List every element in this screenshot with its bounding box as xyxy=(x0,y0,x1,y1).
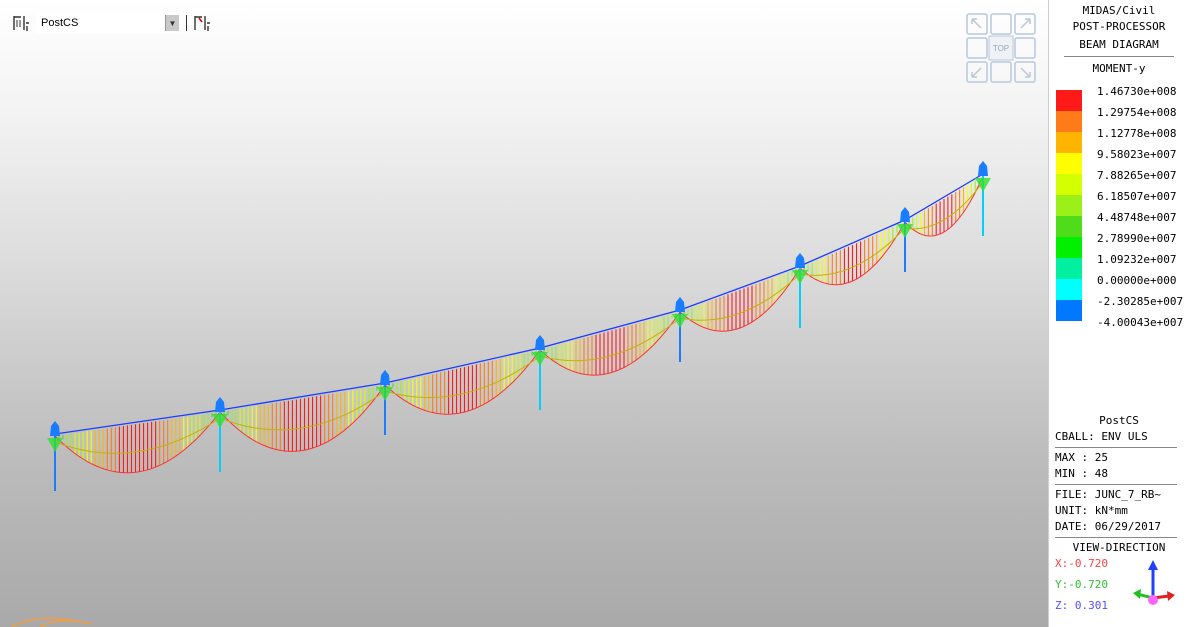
load-case-icon[interactable] xyxy=(12,14,30,32)
support-moment-marker xyxy=(900,207,910,222)
support-moment-marker xyxy=(535,335,545,350)
product-name: MIDAS/Civil xyxy=(1082,4,1156,17)
legend-row xyxy=(1056,90,1082,111)
legend-color-swatch xyxy=(1056,258,1082,279)
support-moment-marker xyxy=(380,370,390,385)
support-moment-marker xyxy=(50,421,60,436)
view-direction-title: VIEW-DIRECTION xyxy=(1072,541,1166,554)
moment-envelope-min xyxy=(54,417,221,454)
min-element: MIN : 48 xyxy=(1055,467,1108,480)
info-divider xyxy=(1055,484,1177,485)
model-viewport[interactable]: PostCS ▼ TOP xyxy=(0,0,1048,627)
support-moment-marker xyxy=(215,397,225,412)
axis-triad-icon xyxy=(1131,558,1181,618)
max-element: MAX : 25 xyxy=(1055,451,1108,464)
toolbar: PostCS ▼ xyxy=(12,12,211,34)
legend-color-swatch xyxy=(1056,111,1082,132)
date-label: DATE: 06/29/2017 xyxy=(1055,520,1161,533)
legend-value: 2.78990e+007 xyxy=(1097,232,1177,245)
legend-value: 7.88265e+007 xyxy=(1097,169,1177,182)
info-divider xyxy=(1055,447,1177,448)
moment-envelope-min xyxy=(384,355,541,398)
view-cube-top-label: TOP xyxy=(993,44,1009,53)
load-case-dropdown[interactable]: PostCS ▼ xyxy=(36,13,180,33)
support-moment-marker xyxy=(978,161,988,176)
legend-value: 1.12778e+008 xyxy=(1097,127,1177,140)
legend-value: 1.29754e+008 xyxy=(1097,106,1177,119)
moment-envelope-max xyxy=(384,349,541,415)
legend-row xyxy=(1056,174,1082,195)
legend-value: 9.58023e+007 xyxy=(1097,148,1177,161)
legend-value: 1.09232e+007 xyxy=(1097,253,1177,266)
legend-color-swatch xyxy=(1056,216,1082,237)
combination-name: CBALL: ENV ULS xyxy=(1055,430,1148,443)
legend-row xyxy=(1056,279,1082,300)
legend-color-swatch xyxy=(1056,132,1082,153)
legend-value: 4.48748e+007 xyxy=(1097,211,1177,224)
result-component: MOMENT-y xyxy=(1092,62,1146,75)
file-name: FILE: JUNC_7_RB~ xyxy=(1055,488,1161,501)
load-case-settings-icon[interactable] xyxy=(193,14,211,32)
color-legend: 1.46730e+008 1.29754e+008 1.12778e+008 9.58… xyxy=(1056,85,1183,329)
support-moment-marker xyxy=(675,297,685,312)
legend-value: 6.18507e+007 xyxy=(1097,190,1177,203)
legend-color-swatch xyxy=(1056,300,1082,321)
legend-row xyxy=(1056,153,1082,174)
legend-value: -2.30285e+007 xyxy=(1097,295,1184,308)
legend-row xyxy=(1056,216,1082,237)
legend-color-swatch xyxy=(1056,90,1082,111)
load-case-value: PostCS xyxy=(41,17,79,29)
support-negative-moment xyxy=(212,414,228,428)
moment-envelope-max xyxy=(54,411,221,474)
moment-fill-group xyxy=(54,175,984,474)
legend-color-swatch xyxy=(1056,195,1082,216)
legend-row xyxy=(1056,195,1082,216)
support-moment-marker xyxy=(795,253,805,268)
legend-value: 1.46730e+008 xyxy=(1097,85,1177,98)
legend-color-swatch xyxy=(1056,174,1082,195)
moment-envelope-max xyxy=(539,311,681,376)
toolbar-separator xyxy=(186,15,187,31)
legend-value: 0.00000e+000 xyxy=(1097,274,1177,287)
legend-row xyxy=(1056,300,1082,321)
legend-color-swatch xyxy=(1056,237,1082,258)
post-processor-title: POST-PROCESSOR xyxy=(1072,20,1166,33)
legend-row xyxy=(1056,111,1082,132)
legend-color-swatch xyxy=(1056,279,1082,300)
info-divider xyxy=(1055,537,1177,538)
support-negative-moment xyxy=(672,314,688,328)
legend-row xyxy=(1056,258,1082,279)
support-negative-moment xyxy=(532,352,548,366)
legend-value: -4.00043e+007 xyxy=(1097,316,1184,329)
legend-row xyxy=(1056,237,1082,258)
viewport-edge-artifact xyxy=(11,617,93,627)
legend-panel: MIDAS/Civil POST-PROCESSOR BEAM DIAGRAM … xyxy=(1048,0,1188,627)
view-navigation-cube[interactable]: TOP xyxy=(965,12,1039,84)
beam-moment-diagram xyxy=(11,161,991,627)
beam-axis-line xyxy=(54,173,984,435)
support-negative-moment xyxy=(377,387,393,401)
stage-name: PostCS xyxy=(1099,414,1139,427)
chevron-down-icon[interactable]: ▼ xyxy=(165,15,179,31)
unit-label: UNIT: kN*mm xyxy=(1055,504,1128,517)
moment-envelope-max xyxy=(219,384,386,452)
header-divider xyxy=(1064,56,1174,57)
support-negative-moment xyxy=(47,438,63,452)
legend-row xyxy=(1056,132,1082,153)
legend-color-swatch xyxy=(1056,153,1082,174)
diagram-type: BEAM DIAGRAM xyxy=(1079,38,1159,51)
